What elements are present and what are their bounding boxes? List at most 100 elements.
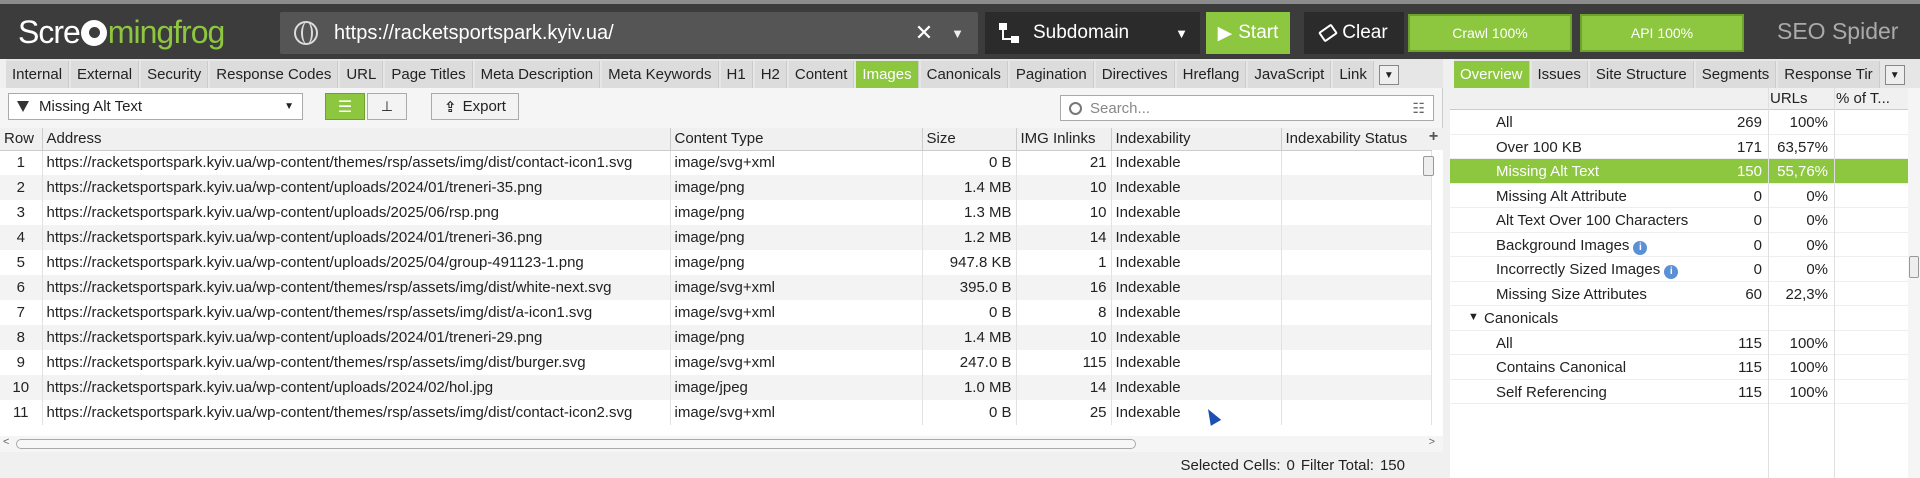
table-cell[interactable]: https://racketsportspark.kyiv.ua/wp-cont… [42,350,671,375]
crawl-mode-select[interactable]: Subdomain ▼ [985,12,1200,54]
more-tabs-icon[interactable]: ▼ [1378,65,1399,85]
table-row[interactable]: 5 https://racketsportspark.kyiv.ua/wp-con… [0,250,1432,275]
right-tab-issues[interactable]: Issues [1531,61,1588,88]
table-cell[interactable] [1281,375,1432,400]
table-cell[interactable]: Indexable [1111,175,1282,200]
table-cell[interactable]: https://racketsportspark.kyiv.ua/wp-cont… [42,300,671,325]
expand-toggle-icon[interactable]: ▼ [1468,311,1479,323]
table-cell[interactable]: 0 B [922,150,1017,175]
tab-javascript[interactable]: JavaScript [1248,61,1332,88]
table-cell[interactable]: Indexable [1111,400,1282,425]
info-icon[interactable]: i [1633,240,1648,255]
grid-horizontal-scrollbar[interactable]: < > [0,436,1443,452]
table-cell[interactable]: 1 [1016,250,1112,275]
table-cell[interactable] [1281,250,1432,275]
tab-pagination[interactable]: Pagination [1009,61,1094,88]
column-header-size[interactable]: Size [922,128,1017,151]
overview-row[interactable]: Self Referencing 115 100% [1450,380,1910,404]
table-cell[interactable] [1281,300,1432,325]
table-cell[interactable]: 25 [1016,400,1112,425]
table-cell[interactable]: 8 [1016,300,1112,325]
table-cell[interactable] [1281,350,1432,375]
clear-button[interactable]: Clear [1304,12,1404,54]
table-cell[interactable] [1281,325,1432,350]
table-cell[interactable]: image/svg+xml [670,350,923,375]
grid-vertical-scrollbar[interactable] [1423,152,1435,432]
overview-row[interactable]: Over 100 KB 171 63,57% [1450,135,1910,159]
table-cell[interactable]: 1.0 MB [922,375,1017,400]
table-cell[interactable]: 16 [1016,275,1112,300]
column-header-content-type[interactable]: Content Type [670,128,923,151]
table-cell[interactable]: 8 [0,325,43,350]
overview-row[interactable]: Missing Size Attributes 60 22,3% [1450,282,1910,306]
table-cell[interactable]: 10 [1016,325,1112,350]
table-cell[interactable]: 9 [0,350,43,375]
table-cell[interactable]: 10 [0,375,43,400]
tab-external[interactable]: External [71,61,140,88]
table-row[interactable]: 8 https://racketsportspark.kyiv.ua/wp-con… [0,325,1432,350]
add-column-icon[interactable]: + [1424,128,1443,150]
overview-row[interactable]: All 115 100% [1450,331,1910,355]
table-cell[interactable]: https://racketsportspark.kyiv.ua/wp-cont… [42,150,671,175]
table-cell[interactable]: 1.4 MB [922,325,1017,350]
table-cell[interactable] [1281,225,1432,250]
filter-select[interactable]: Missing Alt Text ▼ [8,93,303,120]
table-cell[interactable]: Indexable [1111,200,1282,225]
url-input[interactable]: https://racketsportspark.kyiv.ua/ [334,22,915,45]
tab-page-titles[interactable]: Page Titles [385,61,473,88]
right-tab-segments[interactable]: Segments [1695,61,1777,88]
table-cell[interactable]: 21 [1016,150,1112,175]
more-right-tabs-icon[interactable]: ▼ [1884,65,1905,85]
tab-h1[interactable]: H1 [720,61,753,88]
table-cell[interactable]: image/png [670,200,923,225]
table-cell[interactable]: Indexable [1111,300,1282,325]
table-cell[interactable]: image/png [670,250,923,275]
tab-link[interactable]: Link [1333,61,1374,88]
url-history-dropdown-icon[interactable]: ▼ [951,26,964,41]
table-cell[interactable]: Indexable [1111,150,1282,175]
overview-row[interactable]: Incorrectly Sized Images i 0 0% [1450,257,1910,282]
table-cell[interactable] [1281,200,1432,225]
table-cell[interactable]: 395.0 B [922,275,1017,300]
column-header-address[interactable]: Address [42,128,671,151]
table-cell[interactable]: 14 [1016,375,1112,400]
url-bar[interactable]: https://racketsportspark.kyiv.ua/ ✕ ▼ [280,12,978,54]
table-cell[interactable]: 0 B [922,300,1017,325]
table-cell[interactable] [1281,400,1432,425]
table-row[interactable]: 7 https://racketsportspark.kyiv.ua/wp-con… [0,300,1432,325]
overview-row[interactable]: Missing Alt Attribute 0 0% [1450,184,1910,208]
table-cell[interactable]: https://racketsportspark.kyiv.ua/wp-cont… [42,375,671,400]
column-header-indexability[interactable]: Indexability [1111,128,1282,151]
tab-canonicals[interactable]: Canonicals [920,61,1008,88]
table-row[interactable]: 9 https://racketsportspark.kyiv.ua/wp-con… [0,350,1432,375]
tree-view-button[interactable]: ⊥ [367,93,407,120]
clear-url-icon[interactable]: ✕ [915,20,933,46]
search-options-icon[interactable]: ☷ [1412,100,1425,117]
table-row[interactable]: 1 https://racketsportspark.kyiv.ua/wp-con… [0,150,1432,175]
table-cell[interactable]: 1 [0,150,43,175]
table-cell[interactable]: 0 B [922,400,1017,425]
overview-row[interactable]: Alt Text Over 100 Characters 0 0% [1450,208,1910,233]
tab-url[interactable]: URL [340,61,384,88]
table-cell[interactable]: 115 [1016,350,1112,375]
tab-internal[interactable]: Internal [6,61,70,88]
tab-response-codes[interactable]: Response Codes [210,61,339,88]
table-cell[interactable]: image/jpeg [670,375,923,400]
info-icon[interactable]: i [1664,265,1679,279]
column-header-indexability-status[interactable]: Indexability Status [1281,128,1432,151]
table-cell[interactable]: 6 [0,275,43,300]
table-cell[interactable]: 3 [0,200,43,225]
table-cell[interactable]: https://racketsportspark.kyiv.ua/wp-cont… [42,200,671,225]
table-row[interactable]: 10 https://racketsportspark.kyiv.ua/wp-co… [0,375,1432,400]
table-cell[interactable]: 247.0 B [922,350,1017,375]
tab-h2[interactable]: H2 [754,61,787,88]
table-cell[interactable]: 14 [1016,225,1112,250]
table-cell[interactable] [1281,175,1432,200]
table-cell[interactable]: 5 [0,250,43,275]
table-cell[interactable]: image/svg+xml [670,400,923,425]
table-cell[interactable]: 1.4 MB [922,175,1017,200]
tab-directives[interactable]: Directives [1095,61,1175,88]
table-cell[interactable]: 2 [0,175,43,200]
table-cell[interactable]: https://racketsportspark.kyiv.ua/wp-cont… [42,250,671,275]
table-cell[interactable]: Indexable [1111,350,1282,375]
